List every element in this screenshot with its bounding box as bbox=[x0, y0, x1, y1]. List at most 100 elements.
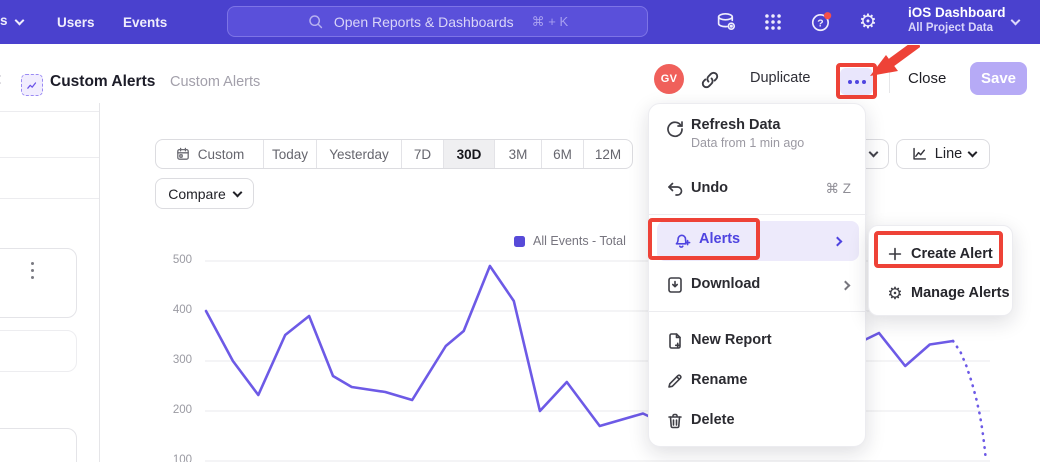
duplicate-button[interactable]: Duplicate bbox=[750, 70, 810, 86]
global-search-input[interactable]: Open Reports & Dashboards ⌘ + K bbox=[227, 6, 648, 37]
collapse-icon[interactable] bbox=[0, 75, 4, 85]
gear-icon: ⚙ bbox=[886, 284, 904, 302]
menu-item-label: New Report bbox=[691, 332, 772, 348]
more-options-menu: Refresh Data Data from 1 min ago Undo ⌘ … bbox=[648, 103, 866, 447]
close-button[interactable]: Close bbox=[908, 70, 946, 87]
bell-plus-icon bbox=[673, 231, 693, 251]
menu-item-label: Undo bbox=[691, 180, 728, 196]
nav-item-events[interactable]: Events bbox=[123, 0, 167, 44]
more-options-button[interactable] bbox=[840, 68, 873, 95]
menu-item-label: Download bbox=[691, 276, 760, 292]
menu-item-label: Rename bbox=[691, 372, 747, 388]
report-header: Custom Alerts Custom Alerts GV Duplicate… bbox=[0, 44, 1040, 103]
menu-item-sublabel: Data from 1 min ago bbox=[691, 136, 804, 150]
data-management-icon[interactable] bbox=[715, 11, 737, 33]
avatar[interactable]: GV bbox=[654, 64, 684, 94]
app-window: 500 400 300 200 100 All Events - Total s… bbox=[0, 0, 1040, 462]
share-link-icon[interactable] bbox=[699, 69, 721, 91]
range-today[interactable]: Today bbox=[263, 140, 316, 168]
menu-item-delete[interactable]: Delete bbox=[649, 402, 867, 440]
plus-icon bbox=[886, 245, 904, 263]
line-chart-icon bbox=[910, 145, 928, 163]
compare-dropdown[interactable]: Compare bbox=[155, 178, 254, 209]
report-type-icon bbox=[21, 74, 43, 96]
menu-item-rename[interactable]: Rename bbox=[649, 362, 867, 400]
chevron-down-icon bbox=[14, 16, 24, 26]
divider bbox=[889, 65, 890, 93]
alerts-submenu: Create Alert ⚙ Manage Alerts bbox=[868, 225, 1013, 316]
page-title: Custom Alerts bbox=[50, 73, 155, 91]
chart-type-label: Line bbox=[935, 146, 962, 162]
submenu-item-label: Manage Alerts bbox=[911, 285, 1010, 301]
menu-item-download[interactable]: Download bbox=[649, 267, 867, 303]
chevron-down-icon bbox=[232, 187, 242, 197]
range-label: 7D bbox=[414, 147, 431, 162]
range-custom[interactable]: Custom bbox=[156, 140, 263, 168]
y-tick: 200 bbox=[150, 404, 192, 416]
menu-item-refresh-data[interactable]: Refresh Data Data from 1 min ago bbox=[649, 114, 867, 166]
query-card[interactable] bbox=[0, 330, 77, 372]
project-scope: All Project Data bbox=[908, 21, 1028, 35]
trash-icon bbox=[665, 411, 685, 431]
apps-grid-icon[interactable] bbox=[762, 11, 784, 33]
chart-legend: All Events - Total bbox=[514, 234, 626, 248]
download-icon bbox=[665, 275, 685, 295]
undo-icon bbox=[665, 179, 685, 199]
menu-item-label: Delete bbox=[691, 412, 735, 428]
chevron-right-icon bbox=[841, 280, 851, 290]
y-tick: 400 bbox=[150, 304, 192, 316]
range-label: Today bbox=[272, 147, 308, 162]
chevron-right-icon bbox=[833, 236, 843, 246]
menu-item-alerts[interactable]: Alerts bbox=[657, 221, 859, 261]
range-6m[interactable]: 6M bbox=[541, 140, 583, 168]
menu-item-new-report[interactable]: New Report bbox=[649, 322, 867, 360]
query-card[interactable] bbox=[0, 428, 77, 462]
range-12m[interactable]: 12M bbox=[583, 140, 632, 168]
refresh-icon bbox=[665, 119, 685, 139]
divider bbox=[0, 111, 99, 112]
range-label: 30D bbox=[457, 147, 482, 162]
nav-partial-item[interactable]: s bbox=[0, 13, 23, 28]
submenu-item-create-alert[interactable]: Create Alert bbox=[869, 237, 1014, 271]
range-3m[interactable]: 3M bbox=[494, 140, 541, 168]
y-tick: 100 bbox=[150, 454, 192, 462]
project-name: iOS Dashboard bbox=[908, 4, 1028, 21]
query-card[interactable] bbox=[0, 248, 77, 318]
help-icon[interactable]: ? bbox=[810, 11, 832, 33]
calendar-icon bbox=[175, 146, 191, 162]
range-yesterday[interactable]: Yesterday bbox=[316, 140, 401, 168]
range-label: 6M bbox=[553, 147, 572, 162]
divider bbox=[0, 198, 99, 199]
search-placeholder: Open Reports & Dashboards bbox=[334, 14, 514, 30]
range-30d-selected[interactable]: 30D bbox=[443, 140, 494, 168]
date-range-control: Custom Today Yesterday 7D 30D 3M 6M 12M bbox=[155, 139, 633, 169]
search-shortcut: ⌘ + K bbox=[532, 14, 569, 30]
range-label: 3M bbox=[509, 147, 528, 162]
query-builder-panel bbox=[0, 103, 100, 462]
menu-item-undo[interactable]: Undo ⌘ Z bbox=[649, 172, 867, 206]
kebab-menu-icon[interactable] bbox=[31, 262, 34, 279]
range-label: Yesterday bbox=[329, 147, 389, 162]
settings-gear-icon[interactable]: ⚙ bbox=[857, 11, 879, 33]
divider bbox=[649, 214, 867, 215]
menu-item-shortcut: ⌘ Z bbox=[826, 181, 852, 197]
chevron-down-icon bbox=[869, 148, 879, 158]
menu-item-label: Refresh Data bbox=[691, 117, 780, 133]
range-label: Custom bbox=[198, 147, 245, 162]
compare-label: Compare bbox=[168, 186, 226, 202]
nav-partial-label: s bbox=[0, 13, 8, 28]
legend-label: All Events - Total bbox=[533, 234, 626, 248]
y-tick: 300 bbox=[150, 354, 192, 366]
chevron-down-icon bbox=[968, 148, 978, 158]
chart-type-dropdown[interactable]: Line bbox=[896, 139, 990, 169]
divider bbox=[0, 157, 99, 158]
range-label: 12M bbox=[595, 147, 621, 162]
submenu-item-manage-alerts[interactable]: ⚙ Manage Alerts bbox=[869, 276, 1014, 310]
divider bbox=[649, 311, 867, 312]
svg-text:?: ? bbox=[817, 18, 823, 29]
nav-item-users[interactable]: Users bbox=[57, 0, 95, 44]
save-button[interactable]: Save bbox=[970, 62, 1027, 95]
range-7d[interactable]: 7D bbox=[401, 140, 443, 168]
top-nav-bar: s Users Events Open Reports & Dashboards… bbox=[0, 0, 1040, 44]
search-icon bbox=[307, 13, 324, 30]
